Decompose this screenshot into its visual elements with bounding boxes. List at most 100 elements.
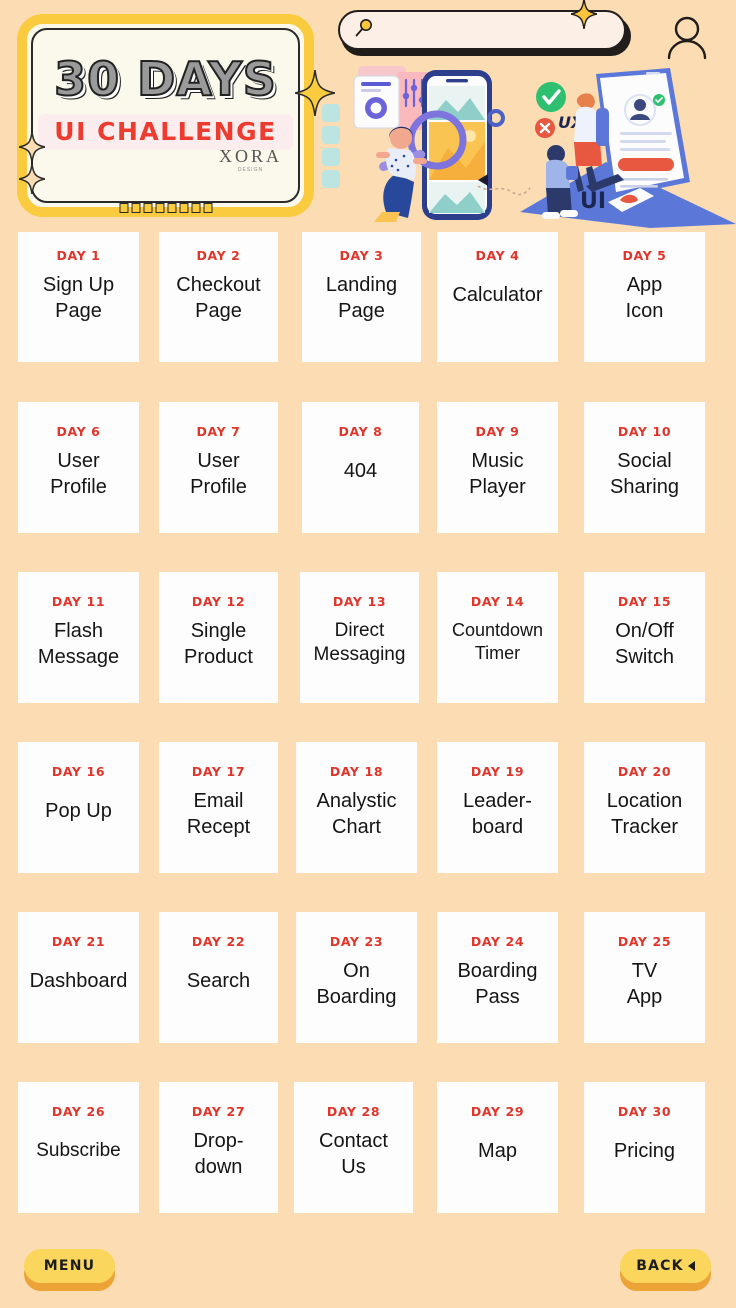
day-card[interactable]: DAY 8 404 bbox=[302, 402, 419, 533]
card-title: Flash Message bbox=[37, 620, 120, 668]
day-card[interactable]: DAY 29 Map bbox=[437, 1082, 558, 1213]
banner-tick-strip bbox=[119, 203, 212, 213]
card-day-label: DAY 20 bbox=[617, 764, 672, 779]
card-day-label: DAY 17 bbox=[191, 764, 246, 779]
day-card[interactable]: DAY 6 User Profile bbox=[18, 402, 139, 533]
card-title: Boarding Pass bbox=[457, 960, 538, 1008]
card-day-label: DAY 28 bbox=[326, 1104, 381, 1119]
challenge-grid: DAY 1 Sign Up Page DAY 2 Checkout Page DAY… bbox=[0, 228, 736, 1248]
card-title: Contact Us bbox=[319, 1130, 388, 1178]
card-title: User Profile bbox=[50, 450, 107, 498]
day-card[interactable]: DAY 24 Boarding Pass bbox=[437, 912, 558, 1043]
day-card[interactable]: DAY 3 Landing Page bbox=[302, 232, 421, 362]
card-title: Countdown Timer bbox=[451, 620, 544, 664]
card-title: Leader-board bbox=[463, 790, 532, 838]
card-title: App Icon bbox=[625, 274, 664, 322]
card-title: Drop-down bbox=[193, 1130, 244, 1178]
brand-logo: XORA DESIGN bbox=[219, 146, 282, 173]
card-day-label: DAY 3 bbox=[339, 248, 384, 263]
day-card[interactable]: DAY 18 Analystic Chart bbox=[296, 742, 417, 873]
card-title: User Profile bbox=[190, 450, 247, 498]
card-day-label: DAY 12 bbox=[191, 594, 246, 609]
svg-text:UI: UI bbox=[580, 189, 606, 214]
card-title: Email Recept bbox=[186, 790, 251, 838]
card-day-label: DAY 21 bbox=[51, 934, 106, 949]
back-button-label: BACK bbox=[636, 1258, 684, 1274]
day-card[interactable]: DAY 16 Pop Up bbox=[18, 742, 139, 873]
day-card[interactable]: DAY 25 TV App bbox=[584, 912, 705, 1043]
card-day-label: DAY 16 bbox=[51, 764, 106, 779]
menu-button-label: MENU bbox=[43, 1258, 96, 1274]
sparkle-small-icon-2 bbox=[19, 164, 45, 194]
day-card[interactable]: DAY 23 On Boarding bbox=[296, 912, 417, 1043]
header: 30 DAYS UI CHALLENGE XORA DESIGN UX UI bbox=[0, 0, 736, 228]
day-card[interactable]: DAY 20 Location Tracker bbox=[584, 742, 705, 873]
day-card[interactable]: DAY 17 Email Recept bbox=[159, 742, 278, 873]
day-card[interactable]: DAY 14 Countdown Timer bbox=[437, 572, 558, 703]
back-button[interactable]: BACK bbox=[620, 1249, 711, 1291]
day-card[interactable]: DAY 9 Music Player bbox=[437, 402, 558, 533]
card-title: Sign Up Page bbox=[42, 274, 115, 322]
menu-button[interactable]: MENU bbox=[24, 1249, 115, 1291]
card-title: Analystic Chart bbox=[316, 790, 397, 838]
card-day-label: DAY 19 bbox=[470, 764, 525, 779]
day-card[interactable]: DAY 10 Social Sharing bbox=[584, 402, 705, 533]
day-card[interactable]: DAY 13 Direct Messaging bbox=[300, 572, 419, 703]
card-day-label: DAY 30 bbox=[617, 1104, 672, 1119]
day-card[interactable]: DAY 1 Sign Up Page bbox=[18, 232, 139, 362]
grid-row: DAY 26 Subscribe DAY 27 Drop-down DAY 28… bbox=[0, 1078, 736, 1248]
card-day-label: DAY 23 bbox=[329, 934, 384, 949]
day-card[interactable]: DAY 27 Drop-down bbox=[159, 1082, 278, 1213]
ui-design-illustration-left bbox=[318, 62, 533, 226]
day-card[interactable]: DAY 12 Single Product bbox=[159, 572, 278, 703]
back-button-face[interactable]: BACK bbox=[620, 1249, 711, 1283]
card-title: On/Off Switch bbox=[615, 620, 674, 668]
card-day-label: DAY 4 bbox=[475, 248, 520, 263]
card-day-label: DAY 10 bbox=[617, 424, 672, 439]
card-title: Map bbox=[478, 1140, 517, 1162]
day-card[interactable]: DAY 2 Checkout Page bbox=[159, 232, 278, 362]
day-card[interactable]: DAY 30 Pricing bbox=[584, 1082, 705, 1213]
day-card[interactable]: DAY 7 User Profile bbox=[159, 402, 278, 533]
grid-row: DAY 16 Pop Up DAY 17 Email Recept DAY 18 … bbox=[0, 738, 736, 908]
account-avatar-button[interactable] bbox=[664, 16, 710, 65]
grid-row: DAY 1 Sign Up Page DAY 2 Checkout Page DAY… bbox=[0, 228, 736, 398]
search-sparkle-icon bbox=[571, 0, 597, 29]
day-card[interactable]: DAY 5 App Icon bbox=[584, 232, 705, 362]
card-title: Location Tracker bbox=[606, 790, 683, 838]
challenge-banner: 30 DAYS UI CHALLENGE XORA DESIGN bbox=[17, 14, 335, 217]
ux-design-illustration-right: UX UI bbox=[520, 62, 736, 228]
day-card[interactable]: DAY 26 Subscribe bbox=[18, 1082, 139, 1213]
card-day-label: DAY 14 bbox=[470, 594, 525, 609]
card-day-label: DAY 1 bbox=[56, 248, 101, 263]
day-card[interactable]: DAY 22 Search bbox=[159, 912, 278, 1043]
card-title: Music Player bbox=[469, 450, 526, 498]
card-title: Single Product bbox=[184, 620, 253, 668]
card-day-label: DAY 22 bbox=[191, 934, 246, 949]
card-title: Direct Messaging bbox=[313, 620, 406, 666]
search-icon bbox=[354, 18, 374, 43]
day-card[interactable]: DAY 11 Flash Message bbox=[18, 572, 139, 703]
day-card[interactable]: DAY 28 Contact Us bbox=[294, 1082, 413, 1213]
banner-title-days: 30 DAYS bbox=[53, 52, 277, 106]
card-day-label: DAY 6 bbox=[56, 424, 101, 439]
banner-title-challenge: UI CHALLENGE bbox=[54, 117, 277, 146]
card-day-label: DAY 13 bbox=[332, 594, 387, 609]
card-title: Landing Page bbox=[325, 274, 398, 322]
card-day-label: DAY 26 bbox=[51, 1104, 106, 1119]
card-title: 404 bbox=[343, 460, 378, 482]
card-day-label: DAY 8 bbox=[338, 424, 383, 439]
card-title: Calculator bbox=[452, 284, 543, 306]
brand-name: XORA bbox=[218, 146, 282, 166]
day-card[interactable]: DAY 4 Calculator bbox=[437, 232, 558, 362]
banner-title-highlight: UI CHALLENGE bbox=[38, 114, 293, 150]
search-bar[interactable] bbox=[338, 0, 631, 56]
brand-tagline: DESIGN bbox=[237, 167, 264, 173]
menu-button-face[interactable]: MENU bbox=[24, 1249, 115, 1283]
day-card[interactable]: DAY 15 On/Off Switch bbox=[584, 572, 705, 703]
day-card[interactable]: DAY 21 Dashboard bbox=[18, 912, 139, 1043]
day-card[interactable]: DAY 19 Leader-board bbox=[437, 742, 558, 873]
card-day-label: DAY 25 bbox=[617, 934, 672, 949]
card-day-label: DAY 2 bbox=[196, 248, 241, 263]
footer: MENU BACK bbox=[0, 1242, 736, 1308]
